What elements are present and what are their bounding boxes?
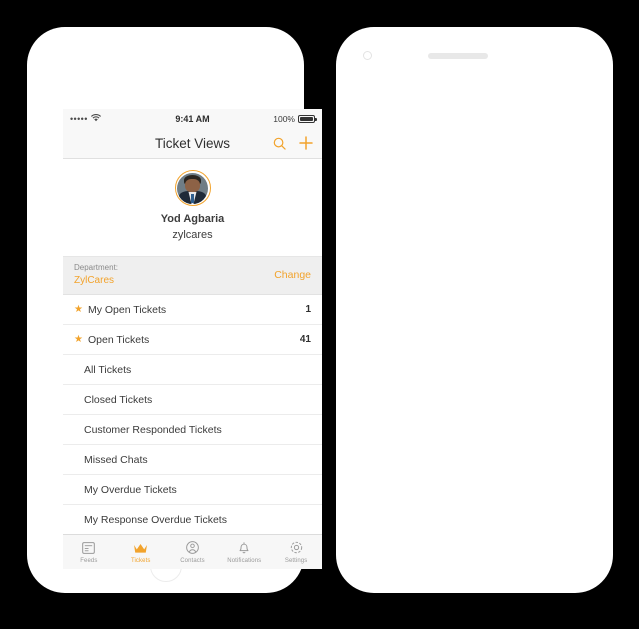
list-item-label: Missed Chats	[84, 453, 148, 466]
screenshot-stage: ••••• 9:41 AM 100% Ticket Views Yod Agba…	[0, 0, 639, 629]
department-value: ZylCares	[74, 274, 115, 286]
department-bar: Department: ZylCares Change	[63, 256, 322, 296]
plus-icon[interactable]	[299, 136, 313, 150]
tab-label: Settings	[284, 557, 308, 564]
list-item[interactable]: My Overdue Tickets	[63, 475, 322, 506]
gear-icon	[270, 540, 322, 555]
profile-name: Yod Agbaria	[160, 213, 225, 225]
list-item[interactable]: Closed Tickets	[63, 385, 322, 416]
star-icon: ★	[74, 303, 83, 315]
list-item-label: All Tickets	[84, 363, 132, 376]
list-item-label: Open Tickets	[87, 333, 150, 346]
tab-feeds[interactable]: Feeds	[63, 540, 115, 564]
list-item[interactable]: My Response Overdue Tickets	[63, 505, 322, 536]
list-item-label: My Response Overdue Tickets	[84, 513, 227, 526]
tab-settings[interactable]: Settings	[270, 540, 322, 564]
tab-notifications[interactable]: Notifications	[218, 540, 270, 564]
search-icon[interactable]	[273, 137, 286, 150]
tab-contacts[interactable]: Contacts	[167, 540, 219, 564]
list-item-count: 1	[305, 304, 311, 316]
tab-label: Notifications	[227, 557, 262, 564]
iphone-device-frame: ••••• 9:41 AM 100% Ticket Views Yod Agba…	[27, 27, 322, 593]
ios-app-screen: ••••• 9:41 AM 100% Ticket Views Yod Agba…	[63, 109, 322, 569]
user-profile-card[interactable]: Yod Agbaria zylcares	[63, 159, 322, 257]
tab-label: Tickets	[130, 557, 151, 564]
list-item[interactable]: Missed Chats	[63, 445, 322, 476]
star-icon: ★	[74, 333, 83, 345]
earpiece-speaker	[428, 53, 488, 59]
list-item-label: Closed Tickets	[84, 393, 153, 406]
list-item[interactable]: ★ Open Tickets 41	[63, 325, 322, 356]
feeds-icon	[63, 540, 115, 555]
list-item-label: My Open Tickets	[87, 303, 167, 316]
ios-nav-actions	[273, 128, 313, 158]
android-device-frame: 9:41 All Tickets	[336, 27, 613, 593]
department-label: Department:	[74, 262, 119, 272]
list-item[interactable]: Customer Responded Tickets	[63, 415, 322, 446]
tab-label: Feeds	[80, 557, 98, 564]
front-camera	[363, 51, 372, 60]
ios-clock: 9:41 AM	[175, 113, 210, 124]
tab-tickets[interactable]: Tickets	[115, 540, 167, 564]
profile-handle: zylcares	[172, 228, 213, 241]
battery-icon	[298, 114, 317, 123]
ios-navigation-bar: Ticket Views	[63, 128, 322, 159]
bell-icon	[218, 540, 270, 555]
ios-tab-bar: Feeds Tickets Contacts Notifications Set…	[63, 534, 322, 569]
change-department-button[interactable]: Change	[274, 269, 311, 281]
list-item-label: Customer Responded Tickets	[84, 423, 222, 436]
ios-status-bar: ••••• 9:41 AM 100%	[63, 109, 322, 128]
tickets-crown-icon	[115, 540, 167, 555]
list-item-label: My Overdue Tickets	[84, 483, 177, 496]
tab-label: Contacts	[180, 557, 205, 564]
avatar[interactable]	[174, 170, 211, 206]
ticket-views-list: ★ My Open Tickets 1 ★ Open Tickets 41 Al…	[63, 295, 322, 552]
list-item-count: 41	[299, 334, 311, 346]
list-item[interactable]: ★ My Open Tickets 1	[63, 295, 322, 326]
list-item[interactable]: All Tickets	[63, 355, 322, 386]
page-title: Ticket Views	[154, 135, 231, 151]
contacts-icon	[167, 540, 219, 555]
